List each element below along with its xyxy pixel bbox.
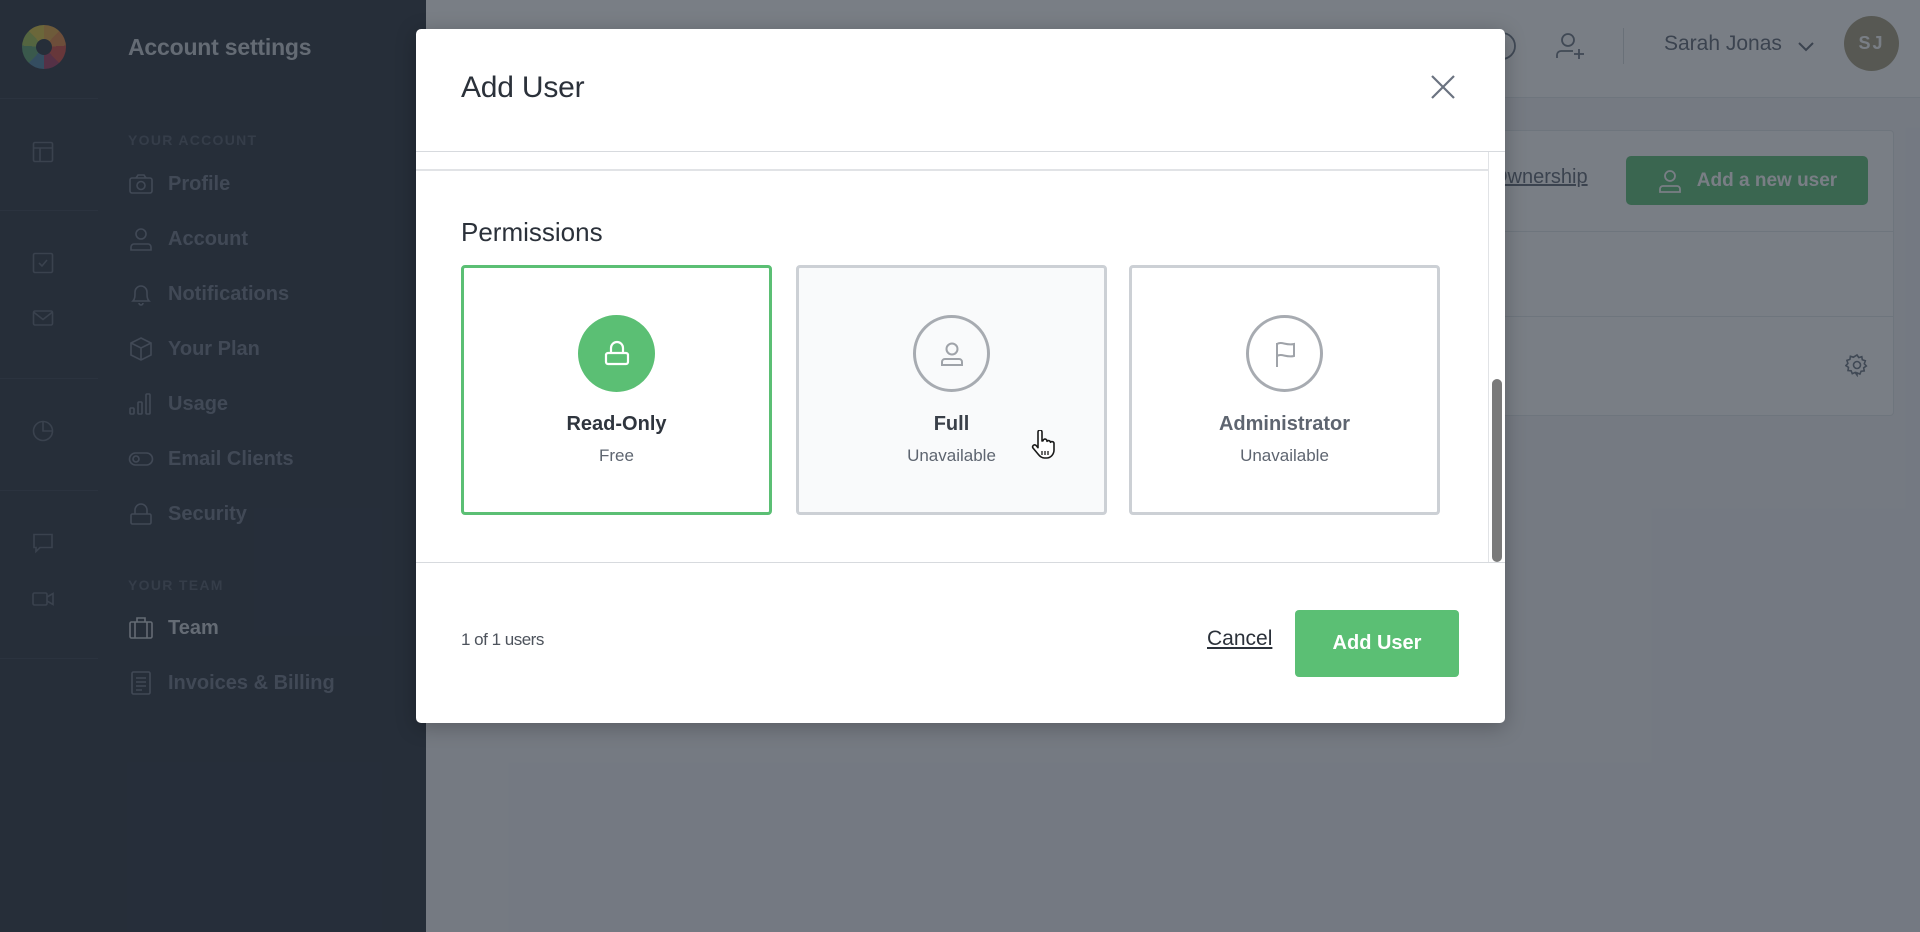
permission-option-full[interactable]: Full Unavailable xyxy=(796,265,1107,515)
permission-icon-circle xyxy=(578,315,655,392)
dialog-title: Add User xyxy=(461,71,585,104)
dialog-scrollbar[interactable] xyxy=(1492,379,1502,562)
body-divider xyxy=(416,169,1489,171)
add-user-button[interactable]: Add User xyxy=(1295,610,1459,677)
permission-icon-circle xyxy=(913,315,990,392)
user-icon xyxy=(940,342,963,366)
permission-subtitle: Free xyxy=(599,446,634,465)
hand-cursor-icon xyxy=(1031,430,1055,459)
permission-name: Read-Only xyxy=(566,413,667,435)
permissions-heading: Permissions xyxy=(461,217,603,247)
add-user-dialog: Add User Permissions Read-Only Free Full… xyxy=(416,29,1505,723)
permission-option-administrator[interactable]: Administrator Unavailable xyxy=(1129,265,1440,515)
permission-subtitle: Unavailable xyxy=(907,446,996,465)
permission-icon-circle xyxy=(1246,315,1323,392)
close-icon[interactable] xyxy=(1428,72,1458,102)
user-count: 1 of 1 users xyxy=(461,630,544,649)
footer-divider xyxy=(416,562,1505,563)
permission-name: Full xyxy=(933,413,970,435)
flag-icon xyxy=(1275,341,1295,367)
cancel-button[interactable]: Cancel xyxy=(1207,627,1272,651)
permission-subtitle: Unavailable xyxy=(1240,446,1329,465)
lock-icon xyxy=(604,340,629,365)
permission-name: Administrator xyxy=(1218,413,1351,435)
permission-option-read-only[interactable]: Read-Only Free xyxy=(461,265,772,515)
